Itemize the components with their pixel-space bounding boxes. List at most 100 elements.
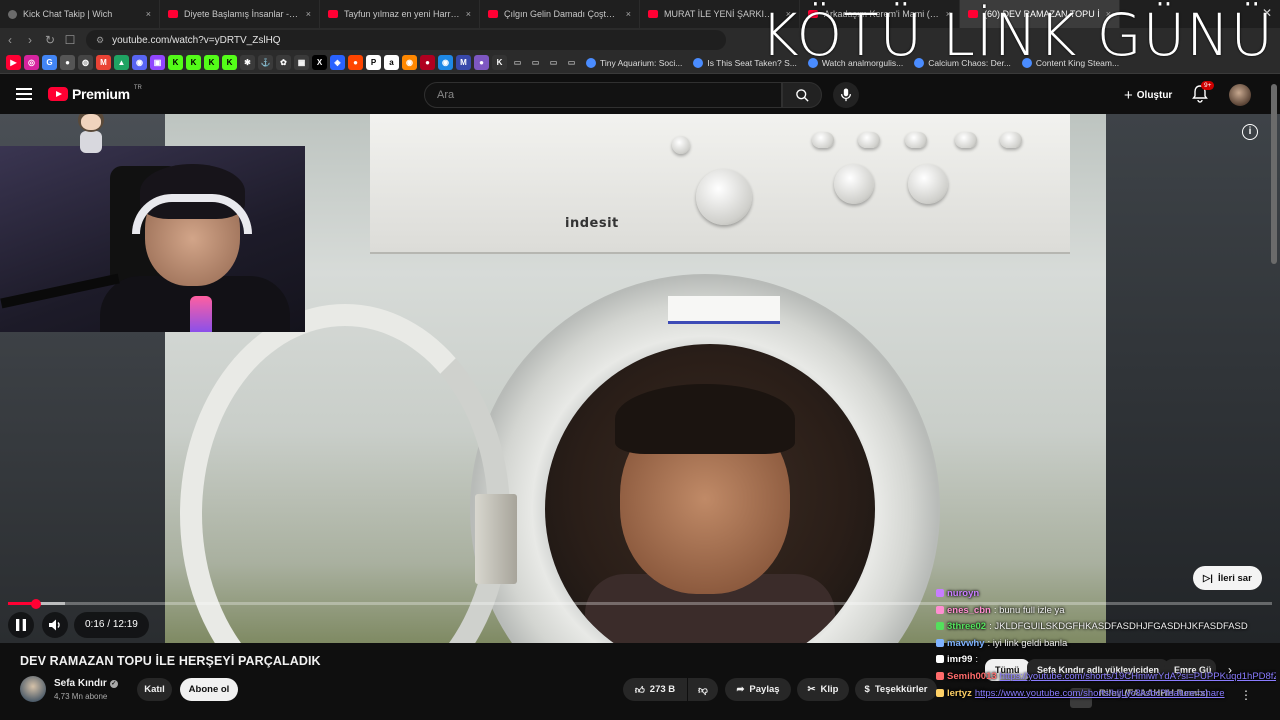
scrubber-handle[interactable]: [30, 598, 41, 609]
amazon-bookmark-icon[interactable]: a: [384, 55, 399, 70]
search-button[interactable]: [782, 82, 822, 108]
kick-bookmark-icon[interactable]: K: [222, 55, 237, 70]
clip-button[interactable]: ✂ Klip: [797, 678, 849, 701]
steam-bookmark-icon[interactable]: ◈: [330, 55, 345, 70]
red-bookmark-icon[interactable]: ●: [420, 55, 435, 70]
thumbs-down-icon: 👎︎: [698, 684, 708, 696]
plus-icon: +: [1124, 86, 1133, 104]
subscribe-button[interactable]: Abone ol: [180, 678, 238, 701]
translate-bookmark-icon[interactable]: G: [42, 55, 57, 70]
site-info-icon[interactable]: ⚙: [96, 35, 104, 46]
puzzle-bookmark-icon[interactable]: ✱: [240, 55, 255, 70]
chat-username: lertyz: [947, 687, 972, 699]
notification-badge: 9+: [1201, 81, 1215, 90]
share-button[interactable]: ➦ Paylaş: [725, 678, 791, 701]
video-player[interactable]: indesit i ▷| İleri sar 0:16 / 12:19: [0, 114, 1280, 643]
kick-bookmark-icon[interactable]: K: [168, 55, 183, 70]
share-icon: ➦: [736, 684, 745, 695]
info-icon[interactable]: i: [1242, 124, 1258, 140]
channel-avatar[interactable]: [20, 676, 46, 702]
browser-tab[interactable]: Tayfun yılmaz en yeni Harry Potter V ×: [320, 0, 480, 28]
youtube-bookmark-icon[interactable]: ▶: [6, 55, 21, 70]
chat-link[interactable]: https://www.youtube.com/shorts/hljLyc8ks…: [975, 688, 1225, 699]
bookmark-favicon-icon: [586, 57, 596, 68]
back-icon[interactable]: ‹: [0, 33, 20, 47]
time-total: 12:19: [112, 619, 138, 630]
chat-badge-icon: [936, 688, 944, 697]
chat-badge-icon: [936, 655, 944, 664]
time-separator: /: [104, 619, 113, 630]
voice-search-button[interactable]: [833, 82, 859, 108]
headset: [132, 194, 252, 234]
bookmark-icon[interactable]: ☐: [60, 33, 80, 47]
folder-icon[interactable]: ▭: [510, 55, 525, 70]
gmail-bookmark-icon[interactable]: M: [96, 55, 111, 70]
kick-bookmark-icon[interactable]: K: [186, 55, 201, 70]
reload-icon[interactable]: ↻: [40, 33, 60, 47]
channel-name[interactable]: Sefa Kındır ✓: [54, 678, 118, 689]
x-bookmark-icon[interactable]: X: [312, 55, 327, 70]
video-right-area: [1106, 114, 1280, 643]
folder-icon[interactable]: ▭: [528, 55, 543, 70]
chat-message: nuroyn: [936, 586, 1276, 603]
twitch-bookmark-icon[interactable]: ▣: [150, 55, 165, 70]
folder-icon[interactable]: ▭: [546, 55, 561, 70]
purple-bookmark-icon[interactable]: ●: [474, 55, 489, 70]
address-bar[interactable]: ⚙ youtube.com/watch?v=yDRTV_ZslHQ: [86, 30, 726, 50]
menu-icon[interactable]: [16, 88, 32, 100]
blue-bookmark-icon[interactable]: ◉: [438, 55, 453, 70]
chat-username: imr99: [947, 654, 973, 666]
account-avatar[interactable]: [1229, 84, 1251, 106]
browser-tab[interactable]: Çılgın Gelin Damadı Çoştuyor - Yo ×: [480, 0, 640, 28]
mal-bookmark-icon[interactable]: M: [456, 55, 471, 70]
reddit-bookmark-icon[interactable]: ●: [348, 55, 363, 70]
page-scrollbar[interactable]: [1271, 84, 1277, 264]
youtube-logo[interactable]: Premium TR: [48, 85, 142, 102]
verified-badge-icon: ✓: [109, 679, 118, 688]
chat-message: mavwhy: iyi link geldi banla: [936, 636, 1276, 653]
chat-message: 3three02: JKLDFGUILSKDGFHKASDFASDHJFGASD…: [936, 619, 1276, 636]
folder-icon[interactable]: ▭: [564, 55, 579, 70]
tab-title: Çılgın Gelin Damadı Çoştuyor - Yo: [504, 9, 620, 19]
kick-bookmark-icon[interactable]: K: [204, 55, 219, 70]
thumbs-up-icon: 👍︎: [634, 684, 645, 696]
globe-bookmark-icon[interactable]: ◍: [78, 55, 93, 70]
search-input[interactable]: Ara: [424, 82, 782, 108]
like-button[interactable]: 👍︎ 273 B: [623, 678, 687, 701]
dislike-button[interactable]: 👎︎: [688, 678, 718, 701]
forward-icon[interactable]: ›: [20, 33, 40, 47]
create-button[interactable]: + Oluştur: [1116, 84, 1180, 106]
button-knob: [955, 132, 977, 148]
tab-close-icon[interactable]: ×: [466, 9, 471, 19]
tab-close-icon[interactable]: ×: [146, 9, 151, 19]
tab-title: Tayfun yılmaz en yeni Harry Potter V: [344, 9, 460, 19]
kl-bookmark-icon[interactable]: K: [492, 55, 507, 70]
pause-button[interactable]: [8, 612, 34, 638]
chat-username: 3three02: [947, 621, 987, 633]
patreon-bookmark-icon[interactable]: P: [366, 55, 381, 70]
chat-link[interactable]: https://youtube.com/shorts/19CHmiwrYdA?s…: [1000, 671, 1276, 682]
chat-badge-icon: [936, 605, 944, 614]
dial-knob: [908, 164, 948, 204]
github-bookmark-icon[interactable]: ●: [60, 55, 75, 70]
drive-bookmark-icon[interactable]: ▲: [114, 55, 129, 70]
browser-tab[interactable]: Diyete Başlamış İnsanlar - (Tayfun Y ×: [160, 0, 320, 28]
openai-bookmark-icon[interactable]: ✿: [276, 55, 291, 70]
bookmark-item[interactable]: Tiny Aquarium: Soci...: [582, 57, 686, 68]
tab-close-icon[interactable]: ×: [626, 9, 631, 19]
trello-bookmark-icon[interactable]: ▦: [294, 55, 309, 70]
thanks-button[interactable]: $ Teşekkürler: [855, 678, 937, 701]
tab-close-icon[interactable]: ×: [306, 9, 311, 19]
button-knob: [672, 136, 690, 154]
discord-bookmark-icon[interactable]: ◉: [132, 55, 147, 70]
join-label: Katıl: [144, 684, 165, 695]
orange-bookmark-icon[interactable]: ◉: [402, 55, 417, 70]
instagram-bookmark-icon[interactable]: ◎: [24, 55, 39, 70]
browser-tab[interactable]: Kick Chat Takip | Wich ×: [0, 0, 160, 28]
spec-sticker: [668, 296, 780, 324]
anchor-bookmark-icon[interactable]: ⚓: [258, 55, 273, 70]
volume-button[interactable]: [42, 612, 68, 638]
join-button[interactable]: Katıl: [137, 678, 172, 701]
chat-message: lertyz https://www.youtube.com/shorts/hlj…: [936, 686, 1276, 703]
chat-message: imr99:: [936, 652, 1276, 669]
